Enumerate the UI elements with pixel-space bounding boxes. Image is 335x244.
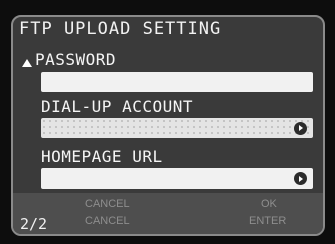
cancel-soft-key-bottom[interactable]: CANCEL <box>85 215 130 227</box>
homepage-url-field[interactable] <box>41 168 313 189</box>
enter-soft-key[interactable]: ENTER <box>249 215 286 227</box>
dial-up-account-label: DIAL-UP ACCOUNT <box>41 97 193 116</box>
password-field[interactable] <box>41 72 313 92</box>
settings-screen: FTP UPLOAD SETTING PASSWORD DIAL-UP ACCO… <box>11 15 325 236</box>
password-label: PASSWORD <box>35 50 117 69</box>
right-arrow-circle-icon[interactable] <box>294 121 307 135</box>
right-arrow-circle-icon[interactable] <box>294 172 307 185</box>
page-indicator: 2/2 <box>20 215 48 233</box>
camera-screen-frame: FTP UPLOAD SETTING PASSWORD DIAL-UP ACCO… <box>0 0 335 244</box>
screen-title: FTP UPLOAD SETTING <box>19 19 222 39</box>
ok-soft-key[interactable]: OK <box>261 198 277 210</box>
homepage-url-label: HOMEPAGE URL <box>41 147 163 166</box>
cancel-soft-key-top[interactable]: CANCEL <box>85 198 130 210</box>
dial-up-account-field[interactable] <box>41 118 313 138</box>
scroll-up-icon[interactable] <box>22 59 32 67</box>
soft-key-bar: 2/2 CANCEL OK CANCEL ENTER <box>13 193 323 234</box>
